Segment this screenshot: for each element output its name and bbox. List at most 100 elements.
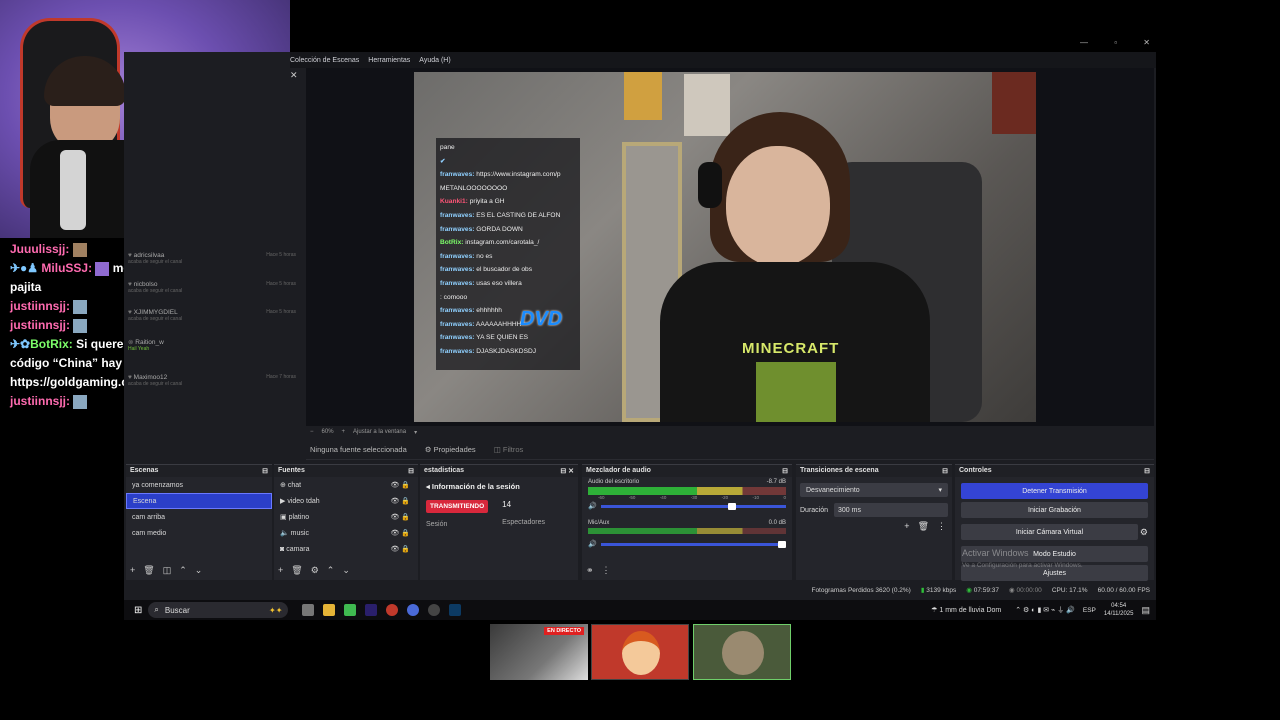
eye-icon[interactable]: 👁 🔒	[390, 481, 410, 489]
tray-icons[interactable]: ⌃ ⚙ ◐ ▮ ✉ ⌁ ⏚ 🔊	[1015, 605, 1075, 615]
gear-icon[interactable]: ⚙	[1140, 527, 1148, 538]
opera-icon[interactable]	[386, 604, 399, 616]
activate-windows-title: Activar Windows	[962, 548, 1029, 558]
overlay-text: ehhhhhh	[476, 307, 502, 315]
eye-icon[interactable]: 👁 🔒	[390, 545, 410, 553]
down-icon[interactable]: ⌄	[195, 565, 203, 576]
minimize-icon[interactable]: —	[1080, 38, 1088, 52]
more-icon[interactable]: ⋮	[602, 565, 611, 576]
eye-icon[interactable]: 👁 🔒	[390, 497, 410, 505]
volume-meter	[588, 487, 786, 495]
filter-icon[interactable]: ◫	[163, 565, 172, 576]
filters-button[interactable]: ◫ Filtros	[494, 445, 524, 454]
virtual-cam-button[interactable]: Iniciar Cámara Virtual	[961, 524, 1138, 540]
avatar-thumbnail[interactable]	[591, 624, 689, 680]
dock-title: Escenas	[130, 467, 159, 474]
transition-select[interactable]: Desvanecimiento ▾	[800, 483, 948, 497]
chevron-down-icon[interactable]: ▾	[414, 429, 417, 436]
start-recording-button[interactable]: Iniciar Grabación	[961, 502, 1148, 518]
photoshop-icon[interactable]	[449, 604, 462, 616]
speaker-icon[interactable]: 🔊	[588, 502, 597, 510]
volume-slider[interactable]	[600, 540, 786, 548]
source-label: chat	[287, 482, 302, 489]
volume-slider[interactable]	[600, 502, 786, 510]
chat-username: justiinnsjj:	[10, 394, 70, 408]
avatar-thumbnail[interactable]	[693, 624, 791, 680]
clock[interactable]: 04:54 14/11/2025	[1104, 602, 1134, 618]
live-badge: EN DIRECTO	[544, 627, 584, 635]
dock-menu-icon[interactable]: ⊟	[942, 467, 948, 475]
trash-icon[interactable]: 🗑	[291, 565, 302, 576]
taskbar-search[interactable]: ⌕ Buscar ✦✦	[148, 602, 289, 618]
file-explorer-icon[interactable]	[323, 604, 336, 616]
source-item[interactable]: ▣ platino 👁 🔒	[274, 509, 418, 525]
stream-time: 07:59:37	[973, 587, 1000, 594]
windows-start-icon[interactable]: ⊞	[134, 605, 142, 616]
source-item[interactable]: ◙ camara 👁 🔒	[274, 541, 418, 557]
language-indicator[interactable]: ESP	[1083, 607, 1096, 614]
overlay-text: YA SE QUIEN ES	[476, 334, 529, 342]
scene-item[interactable]: ya comenzamos	[126, 477, 272, 493]
weather-widget[interactable]: ☂ 1 mm de lluvia Dom	[931, 606, 1001, 614]
dock-menu-icon[interactable]: ⊟	[408, 467, 414, 475]
maximize-icon[interactable]: ▫	[1114, 38, 1117, 52]
close-icon[interactable]: ✕	[290, 70, 298, 81]
add-icon[interactable]: +	[278, 565, 283, 576]
add-icon[interactable]: +	[904, 521, 909, 532]
chat-username: justiinnsjj:	[10, 299, 70, 313]
stream-thumbnail[interactable]: EN DIRECTO	[490, 624, 588, 680]
menu-item-scene-collection[interactable]: Colección de Escenas	[290, 57, 359, 64]
zoom-out-icon[interactable]: −	[310, 429, 314, 435]
overlay-text: ES EL CASTING DE ALFON	[476, 211, 561, 219]
source-item[interactable]: ▶ video tdah 👁 🔒	[274, 493, 418, 509]
close-icon[interactable]: ✕	[1143, 38, 1150, 52]
source-label: camara	[286, 545, 310, 553]
bitrate: 3139 kbps	[926, 587, 957, 594]
chrome-icon[interactable]	[407, 604, 420, 616]
zoom-in-icon[interactable]: +	[342, 429, 346, 435]
stop-stream-button[interactable]: Detener Transmisión	[961, 483, 1148, 499]
overlay-user: BotRix:	[440, 239, 464, 247]
down-icon[interactable]: ⌄	[342, 565, 350, 576]
premiere-icon[interactable]	[365, 604, 378, 616]
speaker-icon[interactable]: 🔊	[588, 540, 597, 548]
eye-icon[interactable]: 👁 🔒	[390, 529, 410, 537]
dock-menu-icon[interactable]: ⊟	[262, 467, 268, 475]
slider-handle[interactable]	[778, 540, 786, 548]
badge-icon: ✈✿	[10, 337, 31, 351]
up-icon[interactable]: ⌃	[179, 565, 187, 576]
link-icon[interactable]: ⚭	[586, 565, 594, 576]
speaker-icon: 🔈	[280, 530, 291, 537]
source-item[interactable]: ⊕ chat 👁 🔒	[274, 477, 418, 493]
properties-button[interactable]: ⚙ Propiedades	[425, 445, 476, 454]
menu-item-help[interactable]: Ayuda (H)	[419, 57, 450, 64]
overlay-line: BotRix: instagram.com/carotala_/	[440, 236, 576, 250]
app-b-icon[interactable]	[344, 604, 357, 616]
dock-menu-icon[interactable]: ⊟	[1144, 467, 1150, 475]
source-item[interactable]: 🔈 music 👁 🔒	[274, 525, 418, 541]
fit-window-button[interactable]: Ajustar a la ventana	[353, 429, 406, 435]
add-icon[interactable]: +	[130, 565, 135, 576]
scene-item[interactable]: Escena	[126, 493, 272, 509]
dock-title: Controles	[959, 467, 992, 474]
dock-menu-icon[interactable]: ⊟	[782, 467, 788, 475]
scene-item[interactable]: cam medio	[126, 525, 272, 541]
up-icon[interactable]: ⌃	[327, 565, 335, 576]
notification-icon[interactable]: ▤	[1141, 605, 1150, 616]
source-label: platino	[288, 514, 310, 521]
gear-icon[interactable]: ⚙	[311, 565, 319, 576]
eye-icon[interactable]: 👁 🔒	[390, 513, 410, 521]
duration-input[interactable]: 300 ms	[834, 503, 948, 517]
zoom-bar: − 60% + Ajustar a la ventana ▾	[306, 426, 1154, 438]
scene-item[interactable]: cam arriba	[126, 509, 272, 525]
trash-icon[interactable]: 🗑	[918, 521, 929, 532]
more-icon[interactable]: ⋮	[937, 521, 946, 532]
activity-item: ♥ nicbolso Hace 5 horas acaba de seguir e…	[128, 281, 296, 310]
slider-handle[interactable]	[728, 502, 736, 510]
obs-icon[interactable]	[428, 604, 441, 616]
trash-icon[interactable]: 🗑	[143, 565, 154, 576]
task-view-icon[interactable]	[302, 604, 315, 616]
menu-item-tools[interactable]: Herramientas	[368, 57, 410, 64]
close-icon[interactable]: ⊟ ✕	[560, 467, 574, 475]
badge-icon: ✈●♟	[10, 261, 39, 275]
